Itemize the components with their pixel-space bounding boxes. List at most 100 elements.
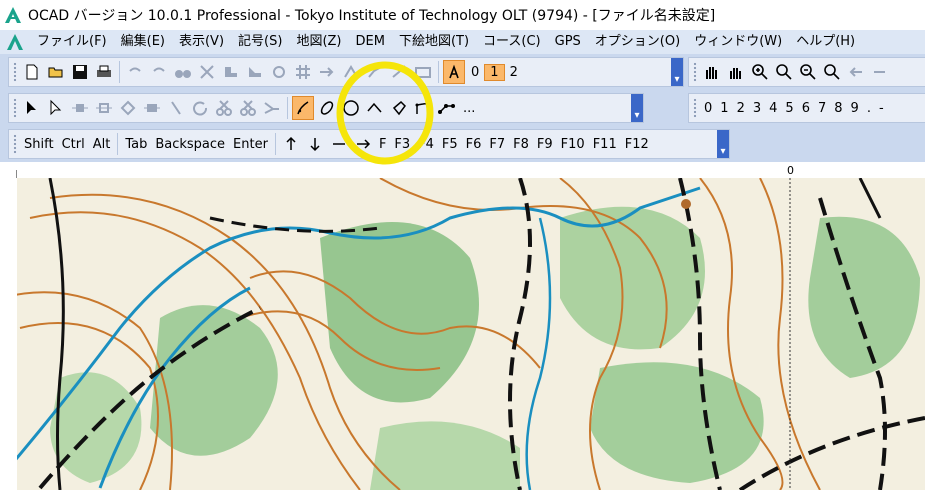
menu-symbol[interactable]: 記号(S) — [231, 31, 289, 53]
redo-button[interactable] — [148, 60, 170, 84]
f11-key-button[interactable]: F11 — [589, 137, 621, 152]
grid-button[interactable] — [292, 60, 314, 84]
save-button[interactable] — [69, 60, 91, 84]
menu-help[interactable]: ヘルプ(H) — [789, 31, 862, 53]
remove-point-button[interactable] — [141, 96, 163, 120]
toolbar-overflow-button[interactable]: ▾ — [671, 58, 683, 86]
menu-options[interactable]: オプション(O) — [588, 31, 687, 53]
f12-key-button[interactable]: F12 — [621, 137, 653, 152]
rotate-button[interactable] — [268, 60, 290, 84]
hand-button[interactable] — [701, 60, 723, 84]
zoom-entire-button[interactable] — [821, 60, 843, 84]
add-corner-button[interactable] — [117, 96, 139, 120]
curve-mode-button[interactable] — [292, 96, 314, 120]
menu-window[interactable]: ウィンドウ(W) — [687, 31, 789, 53]
layer-1-button[interactable]: 1 — [484, 63, 505, 81]
symbol-number-3[interactable]: 3 — [749, 101, 765, 116]
orienteering-map[interactable] — [0, 178, 925, 490]
shift-key-button[interactable]: Shift — [20, 137, 58, 152]
find-button[interactable] — [172, 60, 194, 84]
symbol-number-0[interactable]: 0 — [700, 101, 716, 116]
zoom-window-button[interactable] — [773, 60, 795, 84]
toolbar-grip[interactable] — [13, 62, 17, 82]
symbol-number-7[interactable]: 7 — [814, 101, 830, 116]
add-point-icon — [72, 104, 88, 112]
open-file-button[interactable] — [45, 60, 67, 84]
f6-key-button[interactable]: F6 — [462, 137, 486, 152]
paste-button[interactable] — [244, 60, 266, 84]
merge-button[interactable] — [261, 96, 283, 120]
cut-area-button[interactable] — [213, 96, 235, 120]
arrow-up-key-button[interactable] — [280, 132, 302, 156]
menu-gps[interactable]: GPS — [548, 31, 588, 53]
backspace-key-button[interactable]: Backspace — [151, 137, 229, 152]
symbol-number-5[interactable]: 5 — [781, 101, 797, 116]
zoom-out-button[interactable] — [797, 60, 819, 84]
highlight-circle-annotation — [336, 61, 434, 165]
toolbar-separator — [438, 61, 439, 83]
symbol-number-2[interactable]: 2 — [733, 101, 749, 116]
numeric-mode-button[interactable] — [436, 96, 458, 120]
ruler-origin-tick — [16, 170, 17, 178]
menu-edit[interactable]: 編集(E) — [114, 31, 172, 53]
arrow-down-key-button[interactable] — [304, 132, 326, 156]
alt-key-button[interactable]: Alt — [89, 137, 115, 152]
zoom-in-button[interactable] — [749, 60, 771, 84]
enter-key-button[interactable]: Enter — [229, 137, 272, 152]
f5-key-button[interactable]: F5 — [438, 137, 462, 152]
ctrl-key-button[interactable]: Ctrl — [58, 137, 89, 152]
new-file-button[interactable] — [21, 60, 43, 84]
undo-button[interactable] — [124, 60, 146, 84]
menu-background-map[interactable]: 下絵地図(T) — [392, 31, 476, 53]
symbol-number-8[interactable]: 8 — [830, 101, 846, 116]
f9-key-button[interactable]: F9 — [533, 137, 557, 152]
toolbar-grip[interactable] — [693, 98, 697, 118]
menu-dem[interactable]: DEM — [349, 31, 392, 53]
menu-view[interactable]: 表示(V) — [172, 31, 231, 53]
next-view-button[interactable] — [869, 60, 891, 84]
drawing-toolbar: ... ▾ — [8, 93, 644, 123]
menu-course[interactable]: コース(C) — [476, 31, 548, 53]
hand-move-button[interactable] — [725, 60, 747, 84]
print-button[interactable] — [93, 60, 115, 84]
toolbar-overflow-button[interactable]: ▾ — [631, 94, 643, 122]
toolbar-grip[interactable] — [13, 98, 17, 118]
symbol-number-4[interactable]: 4 — [765, 101, 781, 116]
previous-view-button[interactable] — [845, 60, 867, 84]
map-canvas[interactable] — [0, 178, 925, 490]
cut-hole-button[interactable] — [237, 96, 259, 120]
paste-icon — [249, 67, 261, 77]
add-corner-point-button[interactable] — [69, 96, 91, 120]
menu-file[interactable]: ファイル(F) — [30, 31, 114, 53]
symbol-number-9[interactable]: 9 — [847, 101, 863, 116]
layer-0-button[interactable]: 0 — [466, 65, 484, 80]
copy-button[interactable] — [220, 60, 242, 84]
toolbar-grip[interactable] — [13, 134, 17, 154]
cut-button[interactable] — [196, 60, 218, 84]
toolbar-grip[interactable] — [693, 62, 697, 82]
f7-key-button[interactable]: F7 — [485, 137, 509, 152]
rotate-object-button[interactable] — [189, 96, 211, 120]
symbol-number-6[interactable]: 6 — [798, 101, 814, 116]
dash-point-icon — [96, 103, 112, 113]
f8-key-button[interactable]: F8 — [509, 137, 533, 152]
more-tools-button[interactable]: ... — [459, 101, 479, 116]
symbol-number-minus[interactable]: - — [875, 101, 888, 116]
menu-map[interactable]: 地図(Z) — [289, 31, 348, 53]
toolbar-overflow-button[interactable]: ▾ — [717, 130, 729, 158]
diamond-point-icon — [120, 100, 136, 116]
symbol-number-dot[interactable]: . — [863, 101, 875, 116]
layer-2-button[interactable]: 2 — [505, 65, 523, 80]
tab-key-button[interactable]: Tab — [121, 137, 151, 152]
ocad-menu-logo-icon[interactable] — [6, 33, 24, 51]
add-dash-point-button[interactable] — [93, 96, 115, 120]
edit-object-button[interactable] — [21, 96, 43, 120]
arrow-down-icon — [310, 138, 320, 152]
f10-key-button[interactable]: F10 — [557, 137, 589, 152]
cut-line-button[interactable] — [165, 96, 187, 120]
edit-point-button[interactable] — [45, 96, 67, 120]
symbol-number-1[interactable]: 1 — [716, 101, 732, 116]
text-edit-button[interactable] — [443, 60, 465, 84]
zoom-window-icon — [776, 64, 792, 80]
title-bar: OCAD バージョン 10.0.1 Professional - Tokyo I… — [0, 0, 925, 30]
